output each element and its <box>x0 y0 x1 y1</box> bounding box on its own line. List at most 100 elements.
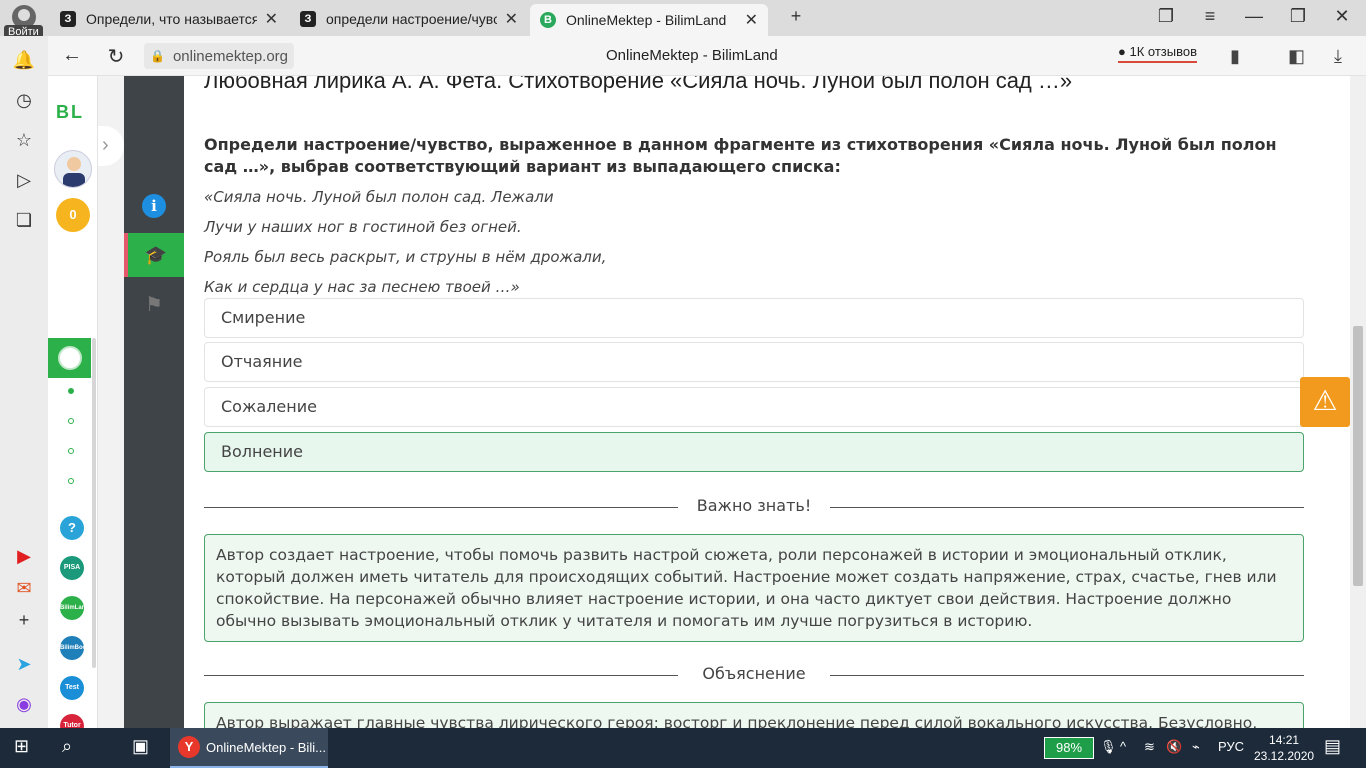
add-panel-plus-icon[interactable]: + <box>12 608 36 632</box>
lock-icon: 🔒 <box>150 49 165 63</box>
site-app-rail: BL › 0 ? PISA BilimLand BilimBook Test T… <box>48 76 124 738</box>
onlinemektep-logo-icon <box>58 346 82 370</box>
send-icon[interactable]: ➤ <box>12 652 36 676</box>
browser-side-panel: 🔔 ◷ ☆ ▷ ❏ ▶ ✉ + ➤ ◉ <box>0 36 48 728</box>
nav-dot[interactable] <box>68 448 74 454</box>
battery-indicator[interactable]: 98% <box>1044 737 1094 759</box>
page-title: OnlineMektep - BilimLand <box>606 47 778 64</box>
warning-triangle-icon: ⚠ <box>1312 385 1338 416</box>
report-warning-button[interactable]: ⚠ <box>1300 377 1350 427</box>
address-bar-row: ← ↻ 🔒 onlinemektep.org OnlineMektep - Bi… <box>48 36 1366 76</box>
browser-tab-strip: Войти З Определи, что называется т ✕ З о… <box>0 0 1366 39</box>
reload-icon[interactable]: ↻ <box>104 44 128 69</box>
znanija-favicon-icon: З <box>60 11 76 27</box>
close-window-icon[interactable]: ✕ <box>1322 6 1362 27</box>
wifi-icon[interactable]: ≋ <box>1144 739 1155 755</box>
play-icon[interactable]: ▷ <box>12 168 36 192</box>
question-text: Определи настроение/чувство, выраженное … <box>204 135 1277 176</box>
microphone-icon[interactable]: 🎙 <box>1100 739 1117 755</box>
mail-icon[interactable]: ✉ <box>12 576 36 600</box>
explanation-heading: Объяснение <box>702 664 806 683</box>
bilimland-favicon-icon: B <box>540 12 556 28</box>
alice-assistant-icon[interactable]: ◉ <box>12 692 36 716</box>
download-icon[interactable]: ⤓ <box>1334 46 1342 67</box>
task-label: OnlineMektep - Bili... <box>206 739 326 755</box>
option-otchayanie[interactable]: Отчаяние <box>204 342 1304 382</box>
system-clock[interactable]: 14:21 23.12.2020 <box>1254 732 1314 764</box>
collections-icon[interactable]: ◧ <box>1288 46 1305 67</box>
url-field[interactable]: 🔒 onlinemektep.org <box>144 43 295 69</box>
tab-close-icon[interactable]: ✕ <box>745 10 758 30</box>
collections-panel-icon[interactable]: ❏ <box>12 208 36 232</box>
nav-dot[interactable] <box>68 388 74 394</box>
clock-date: 23.12.2020 <box>1254 749 1315 763</box>
nav-dot[interactable] <box>68 418 74 424</box>
poem-line: Как и сердца у нас за песнею твоей …» <box>204 278 520 296</box>
nav-dot[interactable] <box>68 478 74 484</box>
important-heading: Важно знать! <box>696 496 812 515</box>
power-plug-icon[interactable]: ⌁ <box>1192 739 1200 755</box>
flag-tab[interactable]: ⚑ <box>124 282 184 326</box>
url-text: onlinemektep.org <box>172 47 289 65</box>
new-tab-plus-icon[interactable]: + <box>776 6 816 27</box>
bookmarks-panel-icon[interactable]: ❐ <box>1146 6 1186 27</box>
poem-line: «Сияла ночь. Луной был полон сад. Лежали <box>204 188 554 206</box>
explanation-box: Автор выражает главные чувства лирическо… <box>204 702 1304 728</box>
profile-button[interactable]: Войти <box>0 0 48 40</box>
search-icon[interactable]: ⌕ <box>62 736 72 757</box>
bookmark-icon[interactable]: ▮ <box>1230 46 1240 67</box>
windows-taskbar: ⊞ ⌕ ▣ Y OnlineMektep - Bili... 98% 🎙 ^ ≋… <box>0 728 1366 768</box>
option-sozhalenie[interactable]: Сожаление <box>204 387 1304 427</box>
history-clock-icon[interactable]: ◷ <box>12 88 36 112</box>
speech-bubble-icon: ● <box>1118 44 1126 59</box>
help-app-icon[interactable]: ? <box>60 516 84 540</box>
option-smirenie[interactable]: Смирение <box>204 298 1304 338</box>
notifications-center-icon[interactable]: ▤ <box>1324 736 1341 757</box>
test-app-icon[interactable]: Test <box>60 676 84 700</box>
explanation-divider: Объяснение <box>204 664 1304 686</box>
browser-tab-3[interactable]: B OnlineMektep - BilimLand ✕ <box>530 4 768 36</box>
znanija-favicon-icon: З <box>300 11 316 27</box>
restore-icon[interactable]: ❐ <box>1278 6 1318 27</box>
page-scrollbar[interactable] <box>1350 76 1366 728</box>
expand-chevron-icon[interactable]: › <box>98 126 124 166</box>
info-icon: i <box>142 194 166 218</box>
lesson-content: Любовная лирика А. А. Фета. Стихотворени… <box>184 76 1350 728</box>
youtube-icon[interactable]: ▶ <box>12 544 36 568</box>
yandex-browser-icon: Y <box>178 736 200 758</box>
bilimland-app-icon[interactable]: BilimLand <box>60 596 89 620</box>
explorer-icon[interactable]: ▣ <box>132 736 149 757</box>
browser-tab-2[interactable]: З определи настроение/чувст ✕ <box>290 4 528 34</box>
poem-line: Лучи у наших ног в гостиной без огней. <box>204 218 522 236</box>
notifications-bell-icon[interactable]: 🔔 <box>12 48 36 72</box>
browser-tab-1[interactable]: З Определи, что называется т ✕ <box>50 4 288 34</box>
tab-close-icon[interactable]: ✕ <box>505 9 518 29</box>
tab-title: Определи, что называется т <box>86 11 257 27</box>
windows-start-icon[interactable]: ⊞ <box>14 736 29 757</box>
minimize-icon[interactable]: — <box>1234 6 1274 27</box>
coins-badge[interactable]: 0 <box>56 198 90 232</box>
tab-close-icon[interactable]: ✕ <box>265 9 278 29</box>
bilimbook-app-icon[interactable]: BilimBook <box>60 636 90 660</box>
pisa-app-icon[interactable]: PISA <box>60 556 84 580</box>
lesson-sidebar: i 🎓 ⚑ <box>124 76 184 728</box>
rail-scrollbar[interactable] <box>92 338 96 668</box>
info-tab[interactable]: i <box>124 184 184 228</box>
favorites-star-icon[interactable]: ☆ <box>12 128 36 152</box>
language-indicator[interactable]: РУС <box>1218 739 1244 754</box>
reviews-label: 1К отзывов <box>1129 44 1197 59</box>
bilimland-logo[interactable]: BL <box>56 102 84 123</box>
option-volnenie-selected[interactable]: Волнение <box>204 432 1304 472</box>
tab-title: OnlineMektep - BilimLand <box>566 12 727 28</box>
graduation-cap-icon: 🎓 <box>144 244 168 265</box>
reviews-button[interactable]: ● 1К отзывов <box>1118 44 1197 63</box>
user-avatar[interactable] <box>54 150 92 188</box>
scrollbar-thumb[interactable] <box>1353 326 1363 586</box>
tray-chevron-icon[interactable]: ^ <box>1120 739 1126 754</box>
lesson-tab[interactable]: 🎓 <box>124 233 184 277</box>
volume-muted-icon[interactable]: 🔇 <box>1166 739 1182 755</box>
taskbar-browser-task[interactable]: Y OnlineMektep - Bili... <box>170 728 328 768</box>
onlinemektep-app-button[interactable] <box>48 338 91 378</box>
back-arrow-icon[interactable]: ← <box>60 44 84 67</box>
menu-icon[interactable]: ≡ <box>1190 6 1230 27</box>
